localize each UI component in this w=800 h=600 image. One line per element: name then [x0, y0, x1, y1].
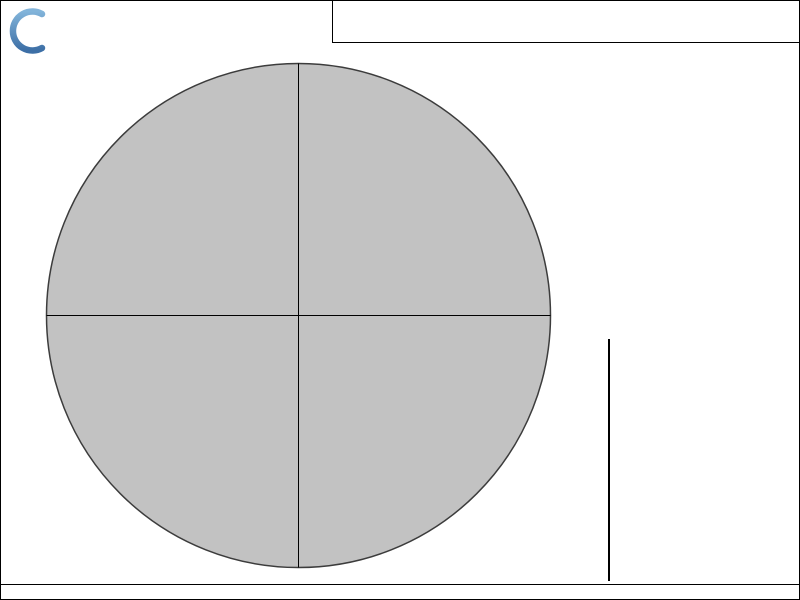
footer-divider — [1, 584, 800, 585]
header-divider-horizontal — [332, 42, 800, 43]
logo-crescent-icon — [9, 7, 51, 55]
legend-negative — [666, 516, 672, 531]
source-scatter-points — [1, 1, 800, 600]
header-divider-vertical — [332, 1, 333, 43]
colorbar-axis-spine — [608, 339, 610, 581]
skymap-plot — [1, 1, 800, 600]
doppler-colorbar — [593, 339, 608, 581]
legend-positive — [666, 396, 672, 411]
skymap-disc — [47, 64, 551, 568]
skymap-window — [0, 0, 800, 600]
lowell-digisonde-logo — [9, 7, 139, 53]
